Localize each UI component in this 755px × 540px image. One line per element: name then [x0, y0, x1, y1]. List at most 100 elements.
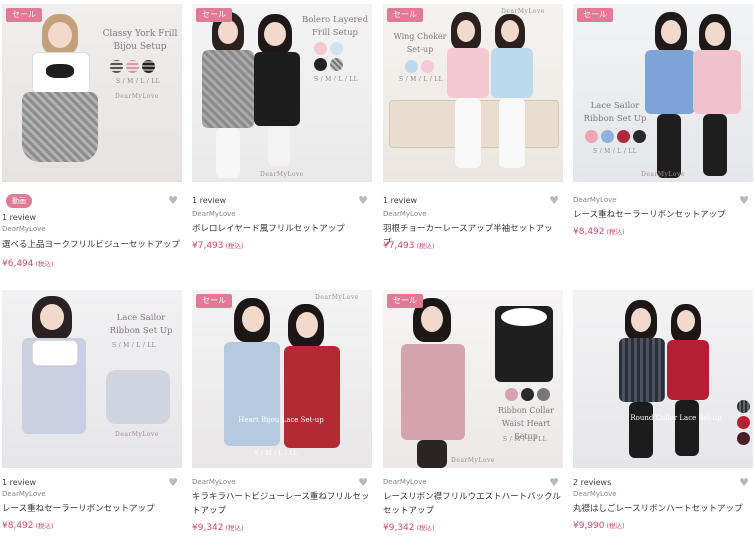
product-card[interactable]: Lace Sailor Ribbon Set Up S / M / L / LL…: [2, 290, 182, 531]
model-dress: [491, 48, 533, 98]
product-card[interactable]: Ribbon Collar Waist Heart Setup S / M / …: [383, 290, 563, 533]
product-price: ¥6,494 (税込): [2, 258, 54, 269]
product-card[interactable]: Bolero Layered Frill Setup S / M / L / L…: [192, 4, 372, 251]
favorite-heart-icon[interactable]: ♥: [549, 195, 559, 206]
model-face: [48, 22, 72, 48]
color-swatches: [737, 400, 750, 445]
price-value: ¥6,494: [2, 259, 34, 269]
favorite-heart-icon[interactable]: ♥: [168, 195, 178, 206]
product-card[interactable]: Classy York Frill Bijou Setup S / M / L …: [2, 4, 182, 269]
product-title-overlay: Bolero Layered Frill Setup: [298, 14, 372, 40]
product-name[interactable]: 丸襟はしごレースリボンハートセットアップ: [573, 502, 751, 516]
model-legs: [268, 126, 290, 166]
price-value: ¥7,493: [192, 241, 224, 251]
model-dress: [645, 50, 695, 114]
overlay-line-2: Bijou Setup: [113, 42, 167, 52]
overlay-line-1: Round Collar Lace Set-up: [630, 414, 722, 422]
model-dress: [619, 338, 665, 402]
review-count[interactable]: 1 review: [2, 213, 36, 222]
product-title-overlay: Heart Bijou Lace Set-up: [226, 414, 336, 427]
sale-badge: セール: [387, 8, 423, 22]
color-swatch: [737, 416, 750, 429]
overlay-line-1: Lace Sailor: [116, 313, 166, 323]
product-image[interactable]: Lace Sailor Ribbon Set Up S / M / L / LL…: [2, 290, 182, 468]
product-name[interactable]: レース重ねセーラーリボンセットアップ: [573, 208, 751, 222]
color-swatches: [314, 42, 348, 71]
model-jacket: [224, 342, 280, 446]
color-swatch: [314, 42, 327, 55]
price-value: ¥8,492: [573, 227, 605, 237]
model-legs: [675, 400, 699, 456]
product-image[interactable]: Bolero Layered Frill Setup S / M / L / L…: [192, 4, 372, 182]
model-jacket: [284, 346, 340, 448]
color-swatch: [585, 130, 598, 143]
product-image[interactable]: Round Collar Lace Set-up: [573, 290, 753, 468]
brand-name: DearMyLove: [573, 196, 617, 204]
favorite-heart-icon[interactable]: ♥: [358, 195, 368, 206]
product-card[interactable]: Heart Bijou Lace Set-up S / M / L / LL D…: [192, 290, 372, 533]
favorite-heart-icon[interactable]: ♥: [549, 477, 559, 488]
color-swatches: [585, 130, 646, 143]
product-title-overlay: Wing Choker Set-up: [389, 30, 451, 56]
product-name[interactable]: レース重ねセーラーリボンセットアップ: [2, 502, 180, 516]
review-count[interactable]: 2 reviews: [573, 478, 611, 487]
brand-name: DearMyLove: [192, 210, 236, 218]
product-image[interactable]: Heart Bijou Lace Set-up S / M / L / LL D…: [192, 290, 372, 468]
product-card[interactable]: Wing Choker Set-up S / M / L / LL DearMy…: [383, 4, 563, 251]
tax-label: (税込): [606, 522, 625, 530]
color-swatches: [110, 60, 155, 73]
brand-watermark: DearMyLove: [115, 93, 159, 100]
product-name[interactable]: 選べる上品ヨークフリルビジューセットアップ: [2, 238, 180, 252]
color-swatches: [405, 60, 434, 73]
brand-name: DearMyLove: [383, 478, 427, 486]
brand-name: DearMyLove: [383, 210, 427, 218]
product-image[interactable]: Wing Choker Set-up S / M / L / LL DearMy…: [383, 4, 563, 182]
brand-watermark: DearMyLove: [501, 8, 545, 15]
product-collar: [501, 308, 547, 326]
overlay-line-1: Heart Bijou Lace Set-up: [238, 416, 324, 424]
product-price: ¥7,493 (税込): [192, 240, 244, 251]
review-count[interactable]: 1 review: [2, 478, 36, 487]
model-face: [661, 20, 681, 44]
product-name[interactable]: ボレロレイヤード風フリルセットアップ: [192, 222, 370, 236]
review-count[interactable]: 1 review: [383, 196, 417, 205]
size-list: S / M / L / LL: [314, 76, 358, 83]
favorite-heart-icon[interactable]: ♥: [739, 195, 749, 206]
size-list: S / M / L / LL: [116, 78, 160, 85]
product-card[interactable]: Round Collar Lace Set-up ♥ 2 reviews Dea…: [573, 290, 753, 531]
product-card[interactable]: Lace Sailor Ribbon Set Up S / M / L / LL…: [573, 4, 753, 237]
sale-badge: セール: [196, 8, 232, 22]
overlay-line-2: Set-up: [406, 45, 434, 54]
model-dress: [667, 340, 709, 400]
overlay-line-1: Bolero Layered: [301, 15, 369, 25]
price-value: ¥9,990: [573, 521, 605, 531]
product-image[interactable]: Classy York Frill Bijou Setup S / M / L …: [2, 4, 182, 182]
overlay-line-2: Ribbon Set Up: [583, 114, 647, 124]
tax-label: (税込): [225, 242, 244, 250]
model-face: [501, 20, 519, 42]
brand-watermark: DearMyLove: [641, 171, 685, 178]
product-image[interactable]: Lace Sailor Ribbon Set Up S / M / L / LL…: [573, 4, 753, 182]
product-image[interactable]: Ribbon Collar Waist Heart Setup S / M / …: [383, 290, 563, 468]
sale-badge: セール: [577, 8, 613, 22]
color-swatch: [737, 432, 750, 445]
model-legs: [629, 402, 653, 458]
color-swatch: [633, 130, 646, 143]
tax-label: (税込): [35, 260, 54, 268]
model-legs: [499, 98, 525, 168]
tax-label: (税込): [416, 242, 435, 250]
product-price: ¥8,492 (税込): [573, 226, 625, 237]
favorite-heart-icon[interactable]: ♥: [168, 477, 178, 488]
product-name[interactable]: レースリボン襟フリルウエストハートバックルセットアップ: [383, 490, 561, 518]
overlay-line-1: Lace Sailor: [590, 101, 640, 111]
model-legs: [455, 98, 481, 168]
favorite-heart-icon[interactable]: ♥: [739, 477, 749, 488]
price-value: ¥9,342: [192, 523, 224, 533]
product-name[interactable]: キラキラハートビジューレース重ねフリルセットアップ: [192, 490, 370, 518]
review-count[interactable]: 1 review: [192, 196, 226, 205]
favorite-heart-icon[interactable]: ♥: [358, 477, 368, 488]
color-swatch: [421, 60, 434, 73]
brand-name: DearMyLove: [573, 490, 617, 498]
product-title-overlay: Lace Sailor Ribbon Set Up: [102, 312, 180, 338]
sale-badge: セール: [387, 294, 423, 308]
